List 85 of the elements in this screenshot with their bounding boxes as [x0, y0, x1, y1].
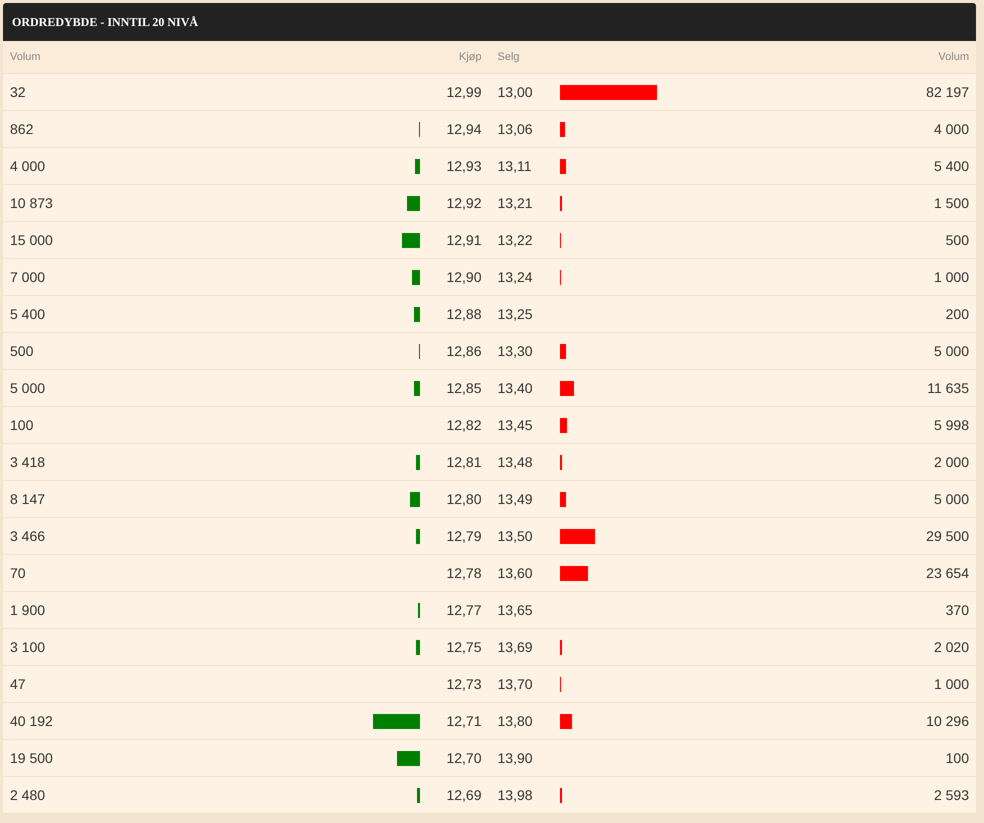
- table-cell: 370: [946, 602, 969, 618]
- table-cell: 13,48: [498, 454, 533, 470]
- table-cell: 13,50: [498, 528, 533, 544]
- table-cell: 1 500: [934, 195, 969, 211]
- table-cell: 12,71: [446, 713, 482, 729]
- table-cell: 1 000: [934, 269, 969, 285]
- table-cell: 12,94: [446, 121, 482, 137]
- table-cell: 11 635: [927, 380, 969, 396]
- table-cell: 15 000: [10, 232, 53, 248]
- table-cell: 12,86: [446, 343, 482, 359]
- table-cell: 13,24: [498, 269, 533, 285]
- table-cell: 2 020: [934, 639, 969, 655]
- table-cell: 3 466: [10, 528, 46, 544]
- table-cell: 13,49: [498, 491, 533, 507]
- table-cell: 5 998: [934, 417, 969, 433]
- table-cell: 13,70: [498, 676, 533, 692]
- table-cell: 13,21: [498, 195, 533, 211]
- table-cell: 5 000: [10, 380, 46, 396]
- table-cell: 13,60: [498, 565, 533, 581]
- table-cell: 13,06: [498, 121, 533, 137]
- table-cell: 3 100: [10, 639, 46, 655]
- table-cell: 13,30: [498, 343, 533, 359]
- column-header: Volum: [10, 51, 41, 63]
- table-cell: 12,93: [446, 158, 482, 174]
- table-cell: 862: [10, 121, 34, 137]
- table-cell: 12,77: [446, 602, 482, 618]
- table-cell: 10 873: [10, 195, 53, 211]
- table-cell: 12,92: [446, 195, 482, 211]
- table-cell: 3 418: [10, 454, 46, 470]
- table-cell: 12,80: [446, 491, 482, 507]
- table-cell: 23 654: [926, 565, 969, 581]
- table-cell: 100: [10, 417, 34, 433]
- table-cell: 47: [10, 676, 26, 692]
- table-cell: 500: [946, 232, 969, 248]
- table-cell: 12,75: [446, 639, 482, 655]
- column-header: Kjøp: [458, 51, 482, 63]
- table-cell: 40 192: [10, 713, 53, 729]
- panel-title: ORDREDYBDE - INNTIL 20 NIVÅ: [12, 14, 198, 30]
- table-cell: 12,73: [446, 676, 482, 692]
- table-cell: 12,90: [446, 269, 482, 285]
- table-cell: 12,70: [446, 750, 482, 766]
- table-cell: 82 197: [926, 84, 969, 100]
- table-cell: 13,25: [498, 306, 533, 322]
- table-cell: 2 000: [934, 454, 969, 470]
- table-cell: 13,65: [498, 602, 533, 618]
- table-cell: 500: [10, 343, 34, 359]
- table-cell: 5 000: [934, 491, 969, 507]
- table-cell: 12,91: [446, 232, 482, 248]
- table-cell: 13,98: [498, 787, 533, 803]
- table-cell: 13,90: [498, 750, 533, 766]
- table-cell: 13,80: [498, 713, 533, 729]
- table-cell: 5 000: [934, 343, 969, 359]
- table-cell: 13,22: [498, 232, 533, 248]
- table-cell: 13,69: [498, 639, 533, 655]
- table-cell: 12,82: [446, 417, 482, 433]
- table-cell: 29 500: [926, 528, 969, 544]
- table-cell: 12,88: [446, 306, 482, 322]
- table-cell: 4 000: [10, 158, 46, 174]
- table-cell: 1 900: [10, 602, 46, 618]
- table-cell: 12,85: [446, 380, 482, 396]
- table-cell: 8 147: [10, 491, 46, 507]
- table-cell: 2 593: [934, 787, 969, 803]
- table-cell: 2 480: [10, 787, 46, 803]
- table-cell: 19 500: [10, 750, 53, 766]
- table-cell: 12,81: [446, 454, 482, 470]
- table-cell: 7 000: [10, 269, 46, 285]
- table-cell: 4 000: [934, 121, 969, 137]
- table-cell: 13,40: [498, 380, 533, 396]
- table-cell: 13,00: [498, 84, 533, 100]
- table-cell: 12,69: [446, 787, 482, 803]
- column-header: Volum: [938, 51, 969, 63]
- table-cell: 70: [10, 565, 26, 581]
- table-cell: 12,78: [446, 565, 482, 581]
- table-cell: 200: [946, 306, 969, 322]
- table-cell: 100: [946, 750, 969, 766]
- table-cell: 12,99: [446, 84, 482, 100]
- table-cell: 1 000: [934, 676, 969, 692]
- table-cell: 5 400: [934, 158, 969, 174]
- table-cell: 10 296: [926, 713, 969, 729]
- column-header: Selg: [498, 51, 520, 63]
- table-cell: 13,45: [498, 417, 533, 433]
- table-cell: 12,79: [446, 528, 482, 544]
- table-cell: 5 400: [10, 306, 46, 322]
- table-cell: 13,11: [498, 158, 532, 174]
- table-cell: 32: [10, 84, 26, 100]
